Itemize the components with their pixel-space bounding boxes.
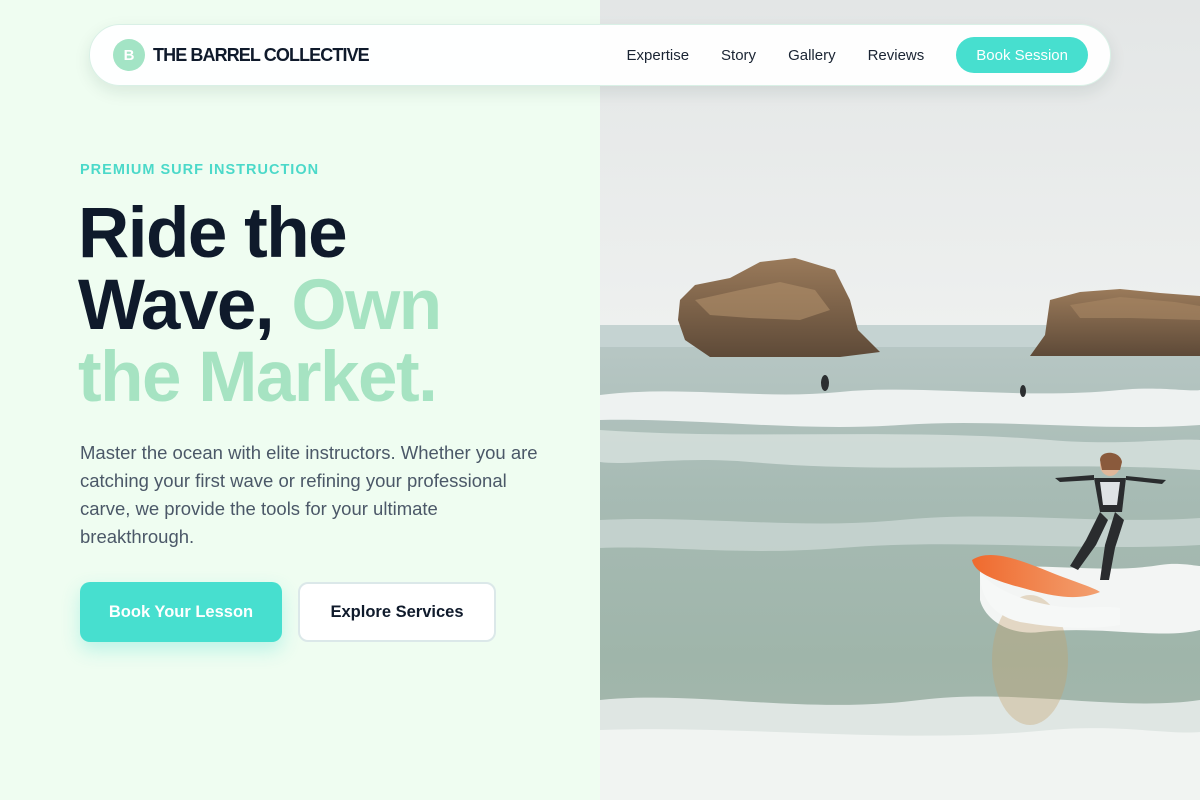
brand-logo[interactable]: B THE BARREL COLLECTIVE (113, 39, 370, 71)
headline-line-1: Ride the (78, 194, 348, 273)
book-session-button[interactable]: Book Session (956, 37, 1088, 73)
brand-mark-icon: B (113, 39, 145, 71)
top-navbar: B THE BARREL COLLECTIVE Expertise Story … (89, 24, 1111, 86)
explore-services-button[interactable]: Explore Services (298, 582, 496, 642)
hero-image (600, 0, 1200, 800)
book-lesson-button[interactable]: Book Your Lesson (80, 582, 282, 642)
nav-link-story[interactable]: Story (721, 47, 756, 64)
hero-headline: Ride the Wave, Own the Market. (78, 198, 442, 417)
headline-line-3: the Market. (78, 338, 438, 417)
headline-line-2-accent: Own (291, 266, 442, 345)
nav-link-expertise[interactable]: Expertise (627, 47, 690, 64)
brand-name: THE BARREL COLLECTIVE (153, 44, 370, 65)
headline-line-2-dark: Wave, (78, 266, 275, 345)
nav-link-gallery[interactable]: Gallery (788, 47, 836, 64)
nav-link-reviews[interactable]: Reviews (868, 47, 925, 64)
surf-photo (600, 0, 1200, 800)
hero-lead-text: Master the ocean with elite instructors.… (80, 442, 538, 547)
hero-eyebrow: PREMIUM SURF INSTRUCTION (80, 162, 320, 178)
nav-links: Expertise Story Gallery Reviews Book Ses… (627, 37, 1088, 73)
